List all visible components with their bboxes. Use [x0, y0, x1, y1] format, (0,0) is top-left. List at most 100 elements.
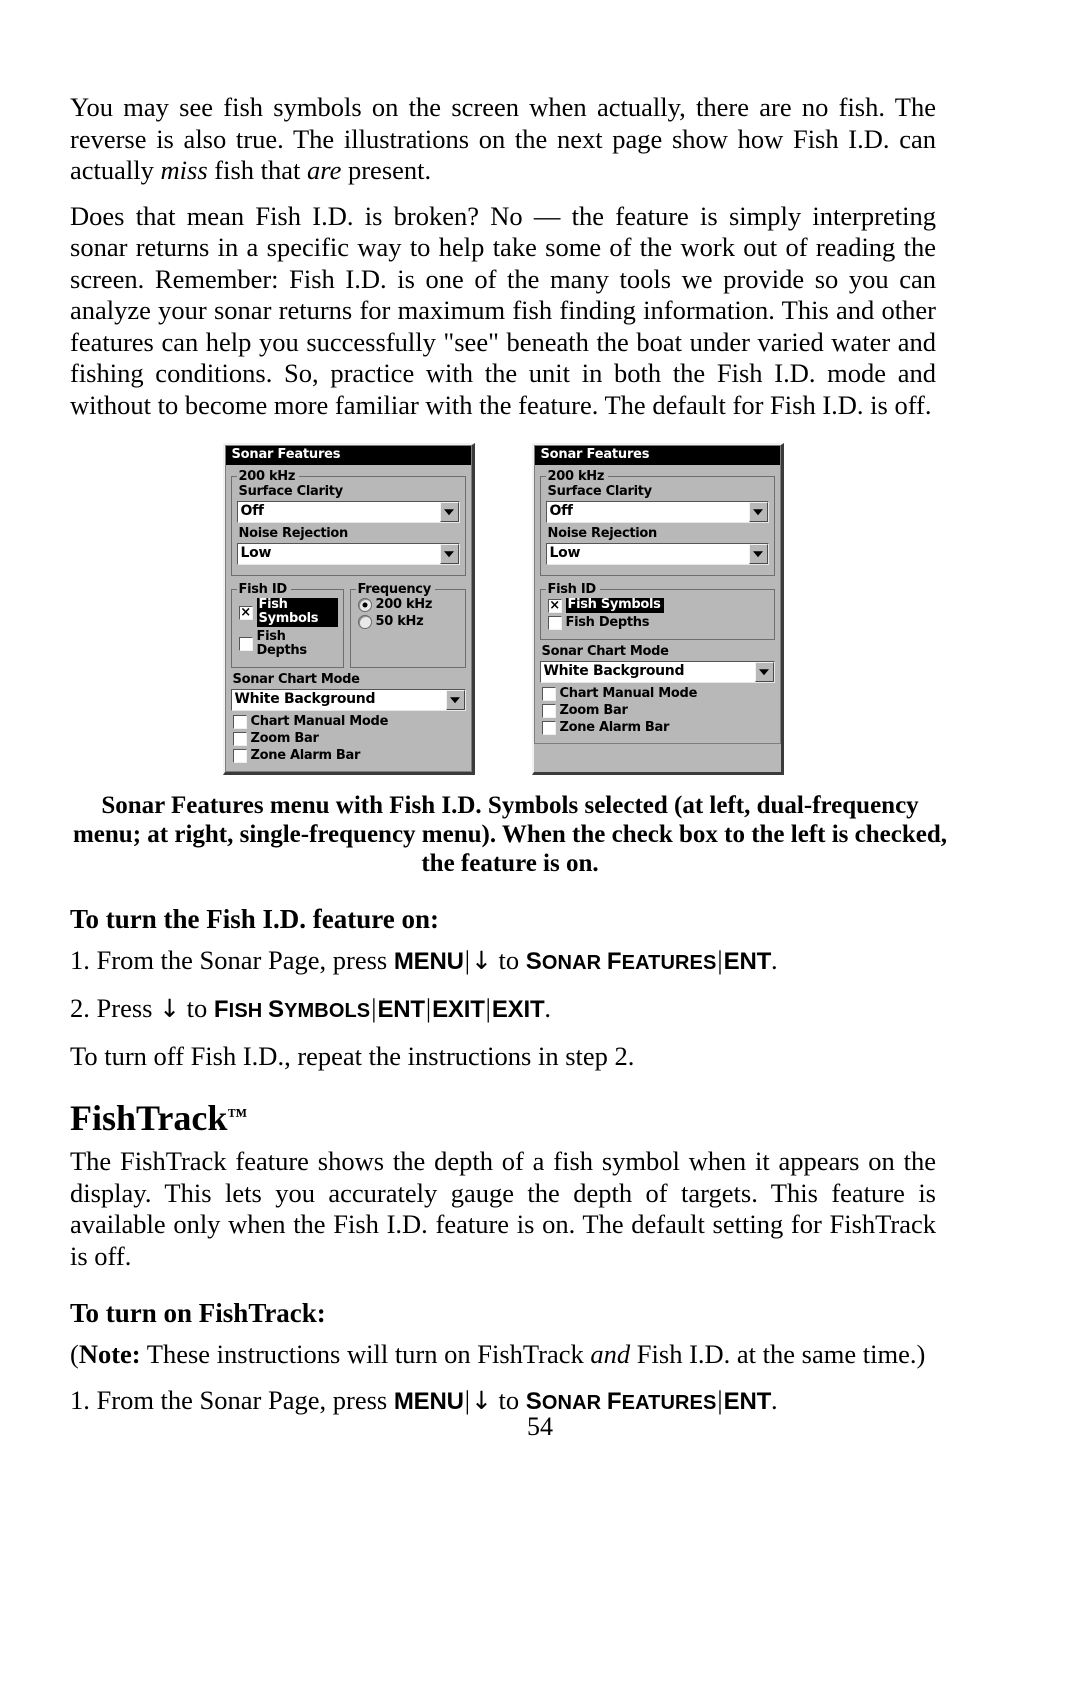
checkbox-icon-checked[interactable]	[238, 605, 253, 620]
dialog-sonar-features-dual-frequency: Sonar Features 200 kHz Surface Clarity O…	[222, 443, 475, 775]
step-2-fishid: 2. Press ↓ to FISH SYMBOLS|ENT|EXIT|EXIT…	[70, 993, 936, 1027]
key-separator: |	[717, 946, 723, 975]
sc-cap-f: F	[606, 1387, 622, 1415]
group-200khz-legend-dual: 200 kHz	[238, 469, 296, 484]
radio-200khz-dual[interactable]: 200 kHz	[357, 597, 460, 612]
checkbox-fish-symbols-dual[interactable]: Fish Symbols	[238, 598, 338, 627]
checkbox-chart-manual-mode-label-single: Chart Manual Mode	[559, 686, 698, 701]
ft-step1-number: 1.	[70, 1384, 97, 1415]
step2-end: .	[544, 993, 552, 1023]
dialog-sonar-features-single-frequency: Sonar Features 200 kHz Surface Clarity O…	[531, 443, 784, 775]
sonar-chart-mode-label-single: Sonar Chart Mode	[541, 644, 669, 659]
checkbox-icon-unchecked[interactable]	[541, 687, 556, 701]
checkbox-icon-checked[interactable]	[547, 598, 562, 613]
step-1-fishid: 1. From the Sonar Page, press MENU|↓ to …	[70, 945, 936, 979]
p1-part-b: fish that	[207, 155, 308, 185]
key-separator: |	[485, 994, 491, 1023]
note-text-b: These instructions will turn on FishTrac…	[140, 1339, 591, 1369]
radio-200khz-label-dual: 200 kHz	[375, 597, 433, 612]
key-ent: ENT	[723, 948, 772, 975]
sonar-chart-mode-label-dual: Sonar Chart Mode	[232, 672, 360, 687]
group-frequency-dual: Frequency 200 kHz 50 kHz	[349, 582, 466, 668]
checkbox-icon-unchecked[interactable]	[232, 715, 247, 729]
menu-fish-symbols: FISH SYMBOLS	[214, 996, 371, 1023]
step1-end: .	[771, 945, 778, 975]
chevron-down-icon[interactable]	[439, 544, 459, 564]
checkbox-icon-unchecked[interactable]	[232, 732, 247, 746]
p1-part-c: present.	[341, 155, 432, 185]
checkbox-zoom-bar-dual[interactable]: Zoom Bar	[232, 731, 466, 746]
checkbox-fish-symbols-label-dual: Fish Symbols	[256, 598, 338, 627]
checkbox-icon-unchecked[interactable]	[541, 721, 556, 735]
checkbox-zone-alarm-bar-single[interactable]: Zone Alarm Bar	[541, 721, 775, 735]
menu-sonar-features: SONAR FEATURES	[526, 1388, 717, 1415]
step1-to: to	[491, 945, 526, 975]
surface-clarity-combo-dual[interactable]: Off	[236, 501, 460, 523]
step1-number: 1.	[70, 945, 97, 975]
heading-turn-fishtrack-on: To turn on FishTrack:	[70, 1298, 326, 1328]
dialog-title-single: Sonar Features	[534, 446, 780, 465]
key-ent: ENT	[723, 1387, 772, 1415]
arrow-down-icon: ↓	[470, 1385, 492, 1415]
checkbox-fish-symbols-single[interactable]: Fish Symbols	[547, 598, 769, 613]
checkbox-fish-depths-single[interactable]: Fish Depths	[547, 616, 769, 630]
checkbox-zoom-bar-label-dual: Zoom Bar	[250, 731, 319, 746]
group-frequency-legend-dual: Frequency	[357, 582, 432, 597]
checkbox-zoom-bar-label-single: Zoom Bar	[559, 703, 628, 718]
noise-rejection-combo-single[interactable]: Low	[545, 543, 769, 565]
checkbox-icon-unchecked[interactable]	[232, 749, 247, 763]
surface-clarity-combo-single[interactable]: Off	[545, 501, 769, 523]
checkbox-chart-manual-mode-dual[interactable]: Chart Manual Mode	[232, 715, 466, 729]
sc-cap-f: F	[213, 996, 229, 1023]
sc-rest-onar: ONAR	[541, 1391, 602, 1414]
ft-step1-to: to	[491, 1384, 526, 1415]
checkbox-zoom-bar-single[interactable]: Zoom Bar	[541, 703, 775, 718]
sc-cap-s: S	[267, 996, 285, 1023]
key-separator: |	[717, 1385, 723, 1415]
page-number: 54	[527, 1412, 553, 1441]
note-italic-and: and	[590, 1339, 631, 1369]
key-menu: MENU	[393, 1387, 464, 1415]
chevron-down-icon[interactable]	[748, 544, 768, 564]
radio-icon-selected[interactable]	[357, 598, 372, 612]
step2-number: 2.	[70, 993, 97, 1023]
checkbox-icon-unchecked[interactable]	[238, 637, 253, 651]
chevron-down-icon[interactable]	[439, 502, 459, 522]
key-separator: |	[464, 1385, 470, 1415]
dialog-body-dual: 200 kHz Surface Clarity Off Noise Reject…	[226, 465, 471, 768]
checkbox-fish-depths-dual[interactable]: Fish Depths	[238, 630, 338, 658]
group-fish-id-legend-single: Fish ID	[547, 582, 597, 597]
checkbox-icon-unchecked[interactable]	[541, 704, 556, 718]
surface-clarity-label-dual: Surface Clarity	[238, 484, 344, 499]
checkbox-zone-alarm-bar-dual[interactable]: Zone Alarm Bar	[232, 748, 466, 763]
step2-to: to	[180, 993, 214, 1023]
noise-rejection-combo-dual[interactable]: Low	[236, 543, 460, 565]
checkbox-chart-manual-mode-single[interactable]: Chart Manual Mode	[541, 686, 775, 701]
radio-50khz-label-dual: 50 kHz	[375, 614, 424, 629]
sonar-chart-mode-combo-single[interactable]: White Background	[539, 661, 775, 683]
sc-rest-ymbols: YMBOLS	[284, 1000, 371, 1022]
key-separator: |	[464, 946, 470, 975]
chevron-down-icon[interactable]	[445, 690, 465, 710]
chevron-down-icon[interactable]	[748, 502, 768, 522]
fishid-row-single: Fish ID Fish Symbols Fish Depths	[539, 582, 775, 640]
sc-cap-s: S	[525, 948, 542, 975]
ft-step1-text-a: From the Sonar Page, press	[96, 1384, 394, 1415]
chevron-down-icon[interactable]	[754, 662, 774, 682]
heading-turn-fishid-on: To turn the Fish I.D. feature on:	[70, 904, 440, 934]
checkbox-zone-alarm-bar-label-dual: Zone Alarm Bar	[250, 748, 361, 763]
key-ent: ENT	[377, 996, 425, 1023]
radio-icon-unselected[interactable]	[357, 615, 372, 629]
group-200khz-single: 200 kHz Surface Clarity Off Noise Reject…	[539, 469, 775, 576]
checkbox-icon-unchecked[interactable]	[547, 616, 562, 630]
sonar-chart-mode-combo-dual[interactable]: White Background	[230, 689, 466, 711]
key-exit-1: EXIT	[432, 996, 485, 1023]
step1-text-a: From the Sonar Page, press	[96, 945, 394, 975]
group-fish-id-legend-dual: Fish ID	[238, 582, 288, 597]
dialog-body-single: 200 kHz Surface Clarity Off Noise Reject…	[535, 465, 780, 740]
group-200khz-legend-single: 200 kHz	[547, 469, 605, 484]
radio-50khz-dual[interactable]: 50 kHz	[357, 614, 460, 629]
fishid-frequency-row-dual: Fish ID Fish Symbols Fish Depths	[230, 582, 466, 668]
group-fish-id-dual: Fish ID Fish Symbols Fish Depths	[230, 582, 344, 668]
document-page: You may see fish symbols on the screen w…	[0, 0, 1080, 1682]
